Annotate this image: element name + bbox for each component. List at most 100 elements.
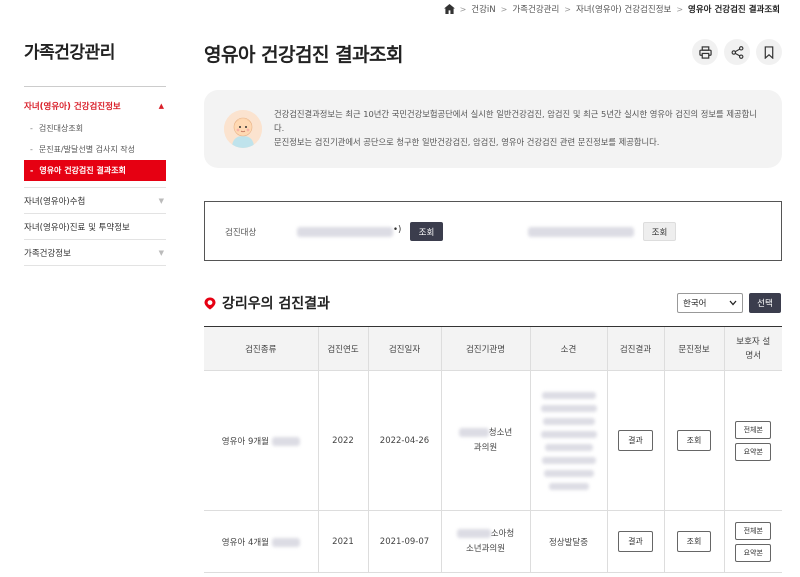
redacted-text	[541, 391, 596, 399]
cell-org-text: 소아청	[490, 528, 515, 539]
sidebar-subitem-label: 문진표/발달선별 검사지 작성	[38, 145, 135, 154]
cell-year: 2022	[317, 370, 368, 511]
cell-result: 결과	[606, 510, 664, 573]
cell-inquiry: 조회	[663, 370, 724, 511]
target-name-redacted	[297, 227, 393, 237]
results-table: 검진종류 검진연도 검진일자 검진기관명 소견 검진결과 문진정보 보호자 설명…	[204, 326, 782, 573]
bookmark-button[interactable]	[756, 39, 782, 65]
redacted-text	[540, 430, 597, 438]
cell-opinion: 정상발달중	[529, 510, 607, 573]
share-button[interactable]	[724, 39, 750, 65]
cell-opinion	[529, 370, 607, 511]
location-pin-icon	[204, 297, 216, 309]
redacted-text	[458, 427, 489, 437]
chevron-down-icon	[729, 300, 737, 306]
column-header: 검진기관명	[440, 326, 530, 371]
sidebar-item-child-treatment[interactable]: 자녀(영유아)진료 및 투약정보	[24, 214, 166, 240]
sidebar-subitem-target-lookup[interactable]: - 검진대상조회	[24, 118, 166, 139]
cell-org-text-2: 과의원	[473, 442, 498, 453]
chevron-down-icon: ▼	[158, 248, 164, 257]
redacted-text	[544, 443, 593, 451]
language-select-value: 한국어	[683, 299, 707, 309]
info-line-1: 건강검진결과정보는 최근 10년간 국민건강보험공단에서 실시한 일반건강검진,…	[274, 109, 757, 133]
guide-summary-button[interactable]: 요약본	[735, 543, 772, 562]
breadcrumb-item-family-health[interactable]: 가족건강관리	[512, 3, 559, 15]
column-header: 검진종류	[204, 326, 318, 371]
cell-type-text: 영유아 4개월	[221, 537, 269, 548]
redacted-text	[542, 417, 595, 425]
inquiry-button[interactable]: 조회	[676, 531, 712, 552]
sidebar-item-label: 자녀(영유아) 건강검진정보	[24, 102, 121, 112]
cell-guide: 전체본 요약본	[723, 510, 782, 573]
dash-icon: -	[30, 166, 34, 175]
print-button[interactable]	[692, 39, 718, 65]
breadcrumb-separator: >	[459, 4, 467, 14]
home-icon[interactable]	[443, 4, 455, 14]
sidebar-item-label: 자녀(영유아)수첩	[24, 196, 86, 207]
sidebar-item-family-health-info[interactable]: 가족건강정보 ▼	[24, 240, 166, 266]
cell-inquiry: 조회	[663, 510, 724, 573]
cell-type: 영유아 4개월	[204, 510, 318, 573]
sidebar-subitem-result-lookup[interactable]: - 영유아 건강검진 결과조회	[24, 160, 166, 181]
inquiry-button[interactable]: 조회	[676, 430, 712, 451]
checkup-target-search: 검진대상 •) 조회 조회	[204, 201, 782, 261]
sidebar-divider	[24, 86, 166, 87]
sidebar-title: 가족건강관리	[24, 43, 115, 63]
sidebar-subitem-label: 영유아 건강검진 결과조회	[39, 166, 126, 175]
cell-type: 영유아 9개월	[204, 370, 318, 511]
cell-date: 2021-09-07	[367, 510, 441, 573]
guide-summary-button[interactable]: 요약본	[735, 442, 772, 461]
baby-avatar-icon	[224, 110, 262, 148]
search-button-2[interactable]: 조회	[643, 222, 676, 241]
dash-icon: -	[30, 145, 33, 154]
cell-org-text: 청소년	[488, 427, 513, 438]
sidebar-item-child-handbook[interactable]: 자녀(영유아)수첩 ▼	[24, 188, 166, 214]
language-select[interactable]: 한국어	[677, 293, 743, 313]
info-notice: 건강검진결과정보는 최근 10년간 국민건강보험공단에서 실시한 일반건강검진,…	[204, 90, 782, 168]
breadcrumb-separator: >	[500, 4, 508, 14]
breadcrumb-separator: >	[564, 4, 571, 14]
dash-icon: -	[30, 124, 33, 133]
redacted-text	[548, 482, 589, 490]
guide-full-button[interactable]: 전체본	[735, 521, 772, 540]
breadcrumb: > 건강iN > 가족건강관리 > 자녀(영유아) 건강검진정보 > 영유아 건…	[443, 3, 780, 15]
breadcrumb-item-child-checkup[interactable]: 자녀(영유아) 건강검진정보	[576, 3, 671, 15]
cell-result: 결과	[606, 370, 664, 511]
breadcrumb-separator: >	[676, 4, 684, 14]
sidebar-subitem-label: 검진대상조회	[38, 124, 84, 133]
breadcrumb-current: 영유아 건강검진 결과조회	[688, 5, 780, 15]
guide-full-button[interactable]: 전체본	[735, 420, 772, 439]
redacted-text	[543, 469, 594, 477]
info-text: 건강검진결과정보는 최근 10년간 국민건강보험공단에서 실시한 일반건강검진,…	[274, 107, 764, 149]
results-title-text: 강리우의 검진결과	[222, 296, 330, 312]
cell-date: 2022-04-26	[367, 370, 441, 511]
result-button[interactable]: 결과	[618, 430, 653, 451]
print-icon	[698, 45, 712, 59]
language-select-button[interactable]: 선택	[749, 293, 781, 313]
breadcrumb-item-health-in[interactable]: 건강iN	[471, 3, 495, 15]
search-button-1[interactable]: 조회	[410, 222, 443, 241]
result-button[interactable]: 결과	[618, 531, 653, 552]
redacted-text	[541, 456, 596, 464]
column-header: 검진연도	[317, 326, 368, 371]
share-icon	[731, 45, 743, 59]
table-row: 영유아 9개월 2022 2022-04-26 청소년 과의원 결과 조회 전체…	[204, 370, 782, 511]
cell-type-text: 영유아 9개월	[221, 436, 269, 447]
search-label: 검진대상	[225, 228, 257, 238]
cell-org: 소아청 소년과의원	[440, 510, 530, 573]
column-header: 문진정보	[663, 326, 724, 371]
sidebar-subitem-questionnaire[interactable]: - 문진표/발달선별 검사지 작성	[24, 139, 166, 160]
chevron-down-icon: ▼	[158, 196, 164, 205]
sidebar-item-label: 가족건강정보	[24, 248, 71, 259]
results-title: 강리우의 검진결과	[204, 293, 330, 313]
bookmark-icon	[764, 45, 774, 59]
sidebar-submenu: - 검진대상조회 - 문진표/발달선별 검사지 작성 - 영유아 건강검진 결과조회	[24, 118, 166, 188]
table-header-row: 검진종류 검진연도 검진일자 검진기관명 소견 검진결과 문진정보 보호자 설명…	[204, 326, 782, 371]
column-header: 검진결과	[606, 326, 664, 371]
redacted-text	[540, 404, 597, 412]
chevron-up-icon: ▲	[158, 102, 164, 110]
page-toolbar	[692, 39, 782, 65]
target-suffix: •)	[393, 225, 402, 235]
sidebar-item-child-checkup[interactable]: 자녀(영유아) 건강검진정보 ▲	[24, 94, 166, 118]
table-row: 영유아 4개월 2021 2021-09-07 소아청 소년과의원 정상발달중 …	[204, 510, 782, 573]
